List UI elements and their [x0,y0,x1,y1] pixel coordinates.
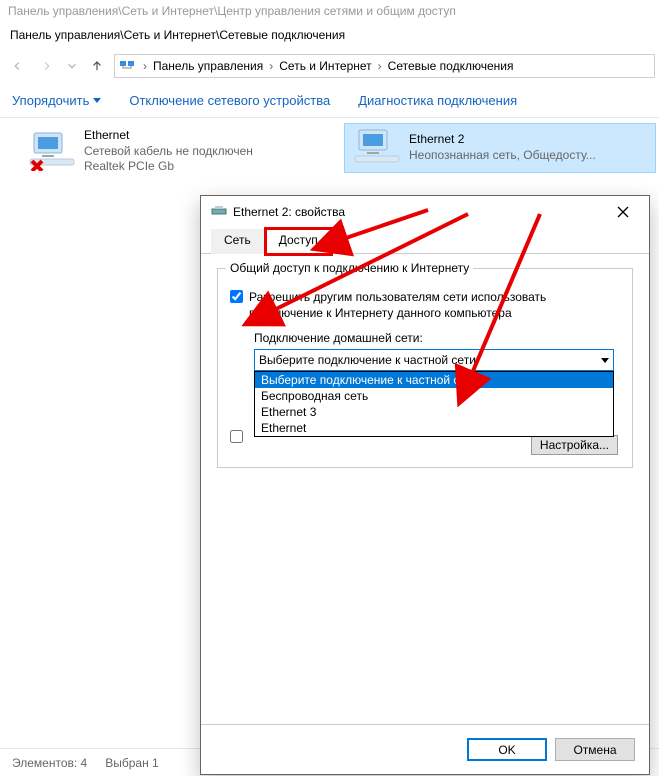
dropdown-arrow-icon [93,98,101,103]
toolbar: Упорядочить Отключение сетевого устройст… [0,84,659,118]
nav-bar: › Панель управления › Сеть и Интернет › … [0,48,659,84]
dialog-body: Общий доступ к подключению к Интернету Р… [201,254,649,724]
nav-up-button[interactable] [84,53,110,79]
connection-status: Сетевой кабель не подключен [84,144,253,160]
window-title: Панель управления\Сеть и Интернет\Сетевы… [0,22,659,48]
dialog-title-text: Ethernet 2: свойства [233,205,345,219]
status-element-count: Элементов: 4 [12,756,87,770]
configure-button[interactable]: Настройка... [531,435,618,455]
home-network-select[interactable]: Выберите подключение к частной сети Выбе… [254,349,614,371]
network-adapter-icon [28,131,76,171]
chevron-right-icon: › [141,59,149,73]
network-adapter-small-icon [211,204,227,220]
fieldset-legend: Общий доступ к подключению к Интернету [226,261,473,275]
select-value: Выберите подключение к частной сети [259,353,476,367]
network-folder-icon [119,58,135,74]
select-option[interactable]: Ethernet [255,420,613,436]
tab-access[interactable]: Доступ [266,229,331,254]
connection-name: Ethernet [84,128,253,144]
connection-ethernet[interactable]: Ethernet Сетевой кабель не подключен Rea… [20,124,320,179]
allow-sharing-checkbox[interactable] [230,290,243,303]
properties-dialog: Ethernet 2: свойства Сеть Доступ Общий д… [200,195,650,775]
ok-button[interactable]: OK [467,738,547,761]
dialog-buttons: OK Отмена [201,724,649,774]
chevron-right-icon: › [267,59,275,73]
select-option[interactable]: Беспроводная сеть [255,388,613,404]
allow-sharing-row: Разрешить другим пользователям сети испо… [230,289,620,321]
nav-back-button[interactable] [4,53,30,79]
status-selected-count: Выбран 1 [105,756,158,770]
tab-network[interactable]: Сеть [211,229,264,254]
breadcrumb-mid[interactable]: Сеть и Интернет [275,59,375,73]
sharing-fieldset: Общий доступ к подключению к Интернету Р… [217,268,633,468]
toolbar-organize[interactable]: Упорядочить [12,93,101,108]
chevron-right-icon: › [376,59,384,73]
select-option[interactable]: Выберите подключение к частной сети [255,372,613,388]
address-bar[interactable]: › Панель управления › Сеть и Интернет › … [114,54,655,78]
nav-forward-button[interactable] [34,53,60,79]
allow-sharing-label: Разрешить другим пользователям сети испо… [249,289,620,321]
breadcrumb-leaf[interactable]: Сетевые подключения [384,59,518,73]
toolbar-diagnose[interactable]: Диагностика подключения [358,93,517,108]
select-option[interactable]: Ethernet 3 [255,404,613,420]
connection-ethernet2[interactable]: Ethernet 2 Неопознанная сеть, Общедосту.… [345,124,655,172]
close-button[interactable] [607,202,639,222]
dropdown-arrow-icon [601,358,609,363]
connection-status: Неопознанная сеть, Общедосту... [409,148,596,164]
breadcrumb-root[interactable]: Панель управления [149,59,267,73]
select-dropdown: Выберите подключение к частной сети Бесп… [254,371,614,437]
nav-history-dropdown[interactable] [64,53,80,79]
network-adapter-icon [353,128,401,168]
cancel-button[interactable]: Отмена [555,738,635,761]
connection-name: Ethernet 2 [409,132,596,148]
connection-device: Realtek PCIe Gb [84,159,253,175]
dialog-tabs: Сеть Доступ [201,228,649,254]
toolbar-disable-device[interactable]: Отключение сетевого устройства [129,93,330,108]
home-network-label: Подключение домашней сети: [254,331,620,345]
dialog-titlebar[interactable]: Ethernet 2: свойства [201,196,649,228]
allow-control-checkbox[interactable] [230,430,243,443]
background-window-title: Панель управления\Сеть и Интернет\Центр … [0,0,659,22]
